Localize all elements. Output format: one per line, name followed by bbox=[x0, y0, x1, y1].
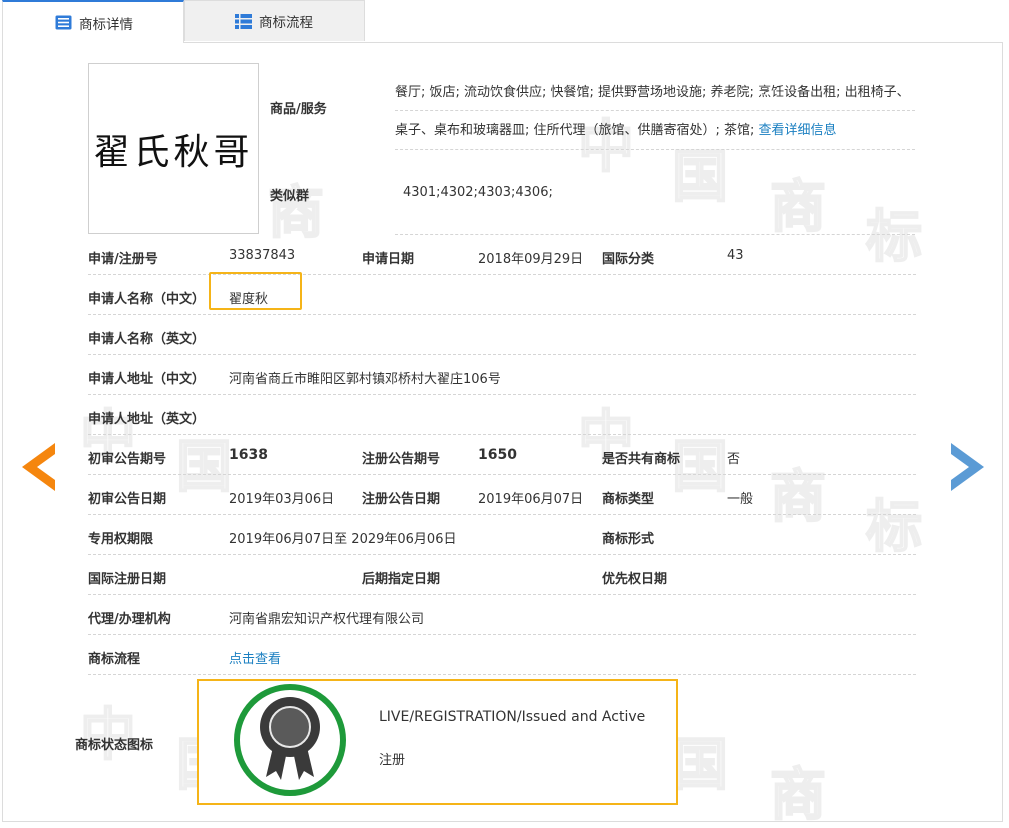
shared-value: 否 bbox=[727, 452, 741, 467]
agent-label: 代理/办理机构 bbox=[88, 612, 171, 627]
status-icon-label: 商标状态图标 bbox=[75, 738, 154, 753]
reg-no-label: 申请/注册号 bbox=[88, 252, 158, 267]
divider bbox=[88, 634, 916, 635]
divider bbox=[88, 554, 916, 555]
watermark-char: 商 bbox=[769, 763, 827, 828]
status-box: LIVE/REGISTRATION/Issued and Active 注册 bbox=[197, 679, 678, 805]
app-date-value: 2018年09月29日 bbox=[478, 252, 584, 267]
watermark-char: 国 bbox=[671, 145, 729, 210]
status-chinese: 注册 bbox=[379, 753, 406, 768]
divider bbox=[395, 149, 915, 150]
divider bbox=[88, 394, 916, 395]
divider bbox=[88, 594, 916, 595]
trademark-logo-text: 翟氏秋哥 bbox=[93, 131, 254, 173]
address-cn-label: 申请人地址（中文） bbox=[88, 372, 206, 387]
flow-label: 商标流程 bbox=[88, 652, 141, 667]
prelim-no-value: 1638 bbox=[229, 447, 268, 463]
status-english: LIVE/REGISTRATION/Issued and Active bbox=[379, 709, 646, 725]
reg-no-value: 33837843 bbox=[229, 248, 296, 263]
prelim-no-label: 初审公告期号 bbox=[88, 452, 167, 467]
reg-pub-no-label: 注册公告期号 bbox=[362, 452, 441, 467]
watermark-char: 商 bbox=[769, 465, 827, 530]
award-ribbon-icon bbox=[234, 684, 346, 796]
tab-trademark-process[interactable]: 商标流程 bbox=[184, 0, 365, 41]
applicant-en-label: 申请人名称（英文） bbox=[88, 332, 206, 347]
watermark-char: 国 bbox=[671, 435, 729, 500]
tab-trademark-details[interactable]: 商标详情 bbox=[2, 0, 184, 43]
tm-type-label: 商标类型 bbox=[602, 492, 655, 507]
divider bbox=[88, 434, 916, 435]
view-details-link[interactable]: 查看详细信息 bbox=[759, 123, 837, 138]
intl-class-label: 国际分类 bbox=[602, 252, 655, 267]
tm-type-value: 一般 bbox=[727, 492, 754, 507]
divider bbox=[395, 110, 915, 111]
tm-form-label: 商标形式 bbox=[602, 532, 655, 547]
later-date-label: 后期指定日期 bbox=[362, 572, 441, 587]
watermark-char: 商 bbox=[769, 175, 827, 240]
view-flow-link[interactable]: 点击查看 bbox=[229, 648, 281, 667]
term-label: 专用权期限 bbox=[88, 532, 154, 547]
divider bbox=[88, 474, 916, 475]
highlight-box bbox=[209, 272, 302, 310]
address-cn-value: 河南省商丘市睢阳区郭村镇邓桥村大翟庄106号 bbox=[229, 372, 501, 387]
divider bbox=[88, 354, 916, 355]
reg-pub-date-label: 注册公告日期 bbox=[362, 492, 441, 507]
similar-group-value: 4301;4302;4303;4306; bbox=[403, 185, 553, 200]
divider bbox=[395, 234, 915, 235]
goods-label: 商品/服务 bbox=[270, 102, 327, 117]
watermark-char: 国 bbox=[671, 733, 729, 798]
prelim-date-value: 2019年03月06日 bbox=[229, 492, 335, 507]
grid-list-icon bbox=[235, 13, 252, 29]
divider bbox=[88, 314, 916, 315]
watermark-char: 标 bbox=[865, 205, 923, 270]
document-list-icon bbox=[55, 15, 72, 30]
prelim-date-label: 初审公告日期 bbox=[88, 492, 167, 507]
watermark-char: 国 bbox=[175, 435, 233, 500]
applicant-cn-label: 申请人名称（中文） bbox=[88, 292, 206, 307]
term-value: 2019年06月07日至 2029年06月06日 bbox=[229, 532, 457, 547]
similar-group-label: 类似群 bbox=[270, 189, 310, 204]
reg-pub-date-value: 2019年06月07日 bbox=[478, 492, 584, 507]
divider bbox=[88, 514, 916, 515]
app-date-label: 申请日期 bbox=[362, 252, 415, 267]
divider bbox=[88, 674, 916, 675]
reg-pub-no-value: 1650 bbox=[478, 447, 517, 463]
right-arrow-icon[interactable] bbox=[950, 443, 984, 491]
intl-class-value: 43 bbox=[727, 248, 744, 263]
intl-reg-date-label: 国际注册日期 bbox=[88, 572, 167, 587]
shared-label: 是否共有商标 bbox=[602, 452, 681, 467]
address-en-label: 申请人地址（英文） bbox=[88, 412, 206, 427]
goods-services: 餐厅; 饭店; 流动饮食供应; 快餐馆; 提供野营场地设施; 养老院; 烹饪设备… bbox=[395, 74, 915, 150]
trademark-image: 翟氏秋哥 bbox=[88, 63, 259, 234]
tab-label: 商标流程 bbox=[259, 15, 313, 31]
left-arrow-icon[interactable] bbox=[22, 443, 56, 491]
agent-value: 河南省鼎宏知识产权代理有限公司 bbox=[229, 612, 425, 627]
priority-date-label: 优先权日期 bbox=[602, 572, 668, 587]
tab-bar: 商标详情 商标流程 bbox=[0, 0, 1009, 43]
watermark-char: 标 bbox=[865, 495, 923, 560]
tab-label: 商标详情 bbox=[79, 16, 133, 33]
